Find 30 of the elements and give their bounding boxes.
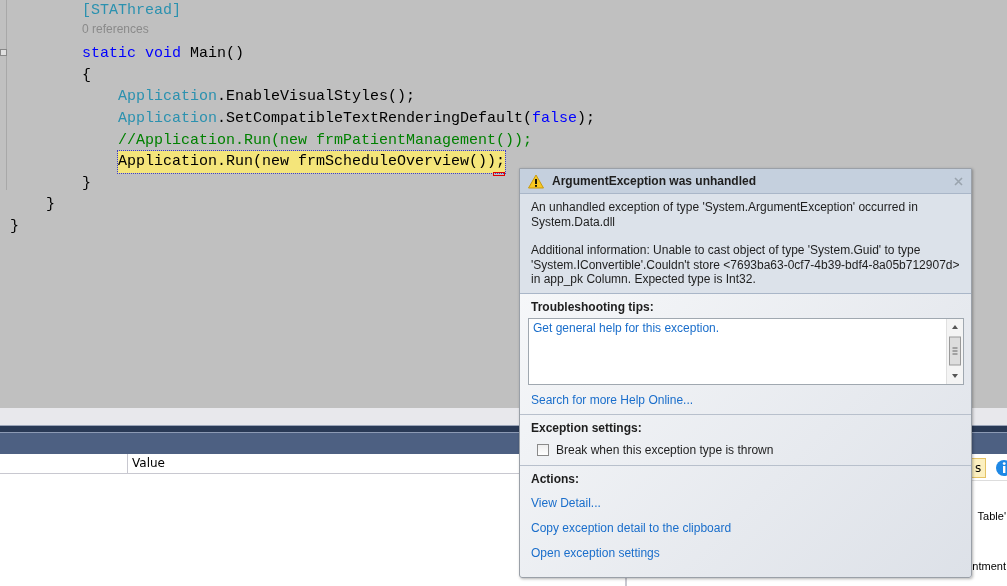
code-line: Application.EnableVisualStyles(); bbox=[118, 87, 416, 108]
error-message: Table' bbox=[977, 510, 1007, 522]
section-heading: Troubleshooting tips: bbox=[531, 299, 654, 314]
error-marker bbox=[493, 171, 506, 176]
code-line: static void Main() bbox=[82, 44, 245, 65]
checkbox-label[interactable]: Break when this exception type is thrown bbox=[556, 442, 774, 457]
warning-icon bbox=[528, 173, 544, 189]
collapse-icon[interactable] bbox=[0, 49, 7, 57]
action-link[interactable]: Copy exception detail to the clipboard bbox=[531, 520, 732, 536]
action-link[interactable]: View Detail... bbox=[531, 495, 601, 511]
code-line: //Application.Run(new frmPatientManagement()); bbox=[118, 130, 533, 151]
section-heading: Exception settings: bbox=[531, 420, 642, 435]
checkbox[interactable] bbox=[537, 443, 549, 456]
error-message: ntment bbox=[972, 560, 1007, 572]
scrollbar[interactable] bbox=[946, 318, 963, 384]
code-line: [STAThread] bbox=[82, 1, 182, 21]
help-online-link[interactable]: Search for more Help Online... bbox=[531, 392, 694, 408]
action-link[interactable]: Open exception settings bbox=[531, 545, 660, 561]
code-line: } bbox=[10, 216, 19, 237]
column-header[interactable]: Value bbox=[128, 454, 165, 473]
error-message: Additional information: Unable to cast object of type 'System.Guid' to type 'System.IConvertible'.Couldn't store <7693ba63-0cf7-4b39-bdf4-8a05b712907d> in app_pk Column. Expected type is Int32. bbox=[531, 243, 960, 287]
error-message: An unhandled exception of type 'System.ArgumentException' occurred in System.Data.dll bbox=[531, 200, 919, 229]
help-link[interactable]: Get general help for this exception. bbox=[533, 320, 942, 336]
section-heading: Actions: bbox=[531, 471, 579, 486]
code-line: } bbox=[46, 195, 55, 216]
code-line: { bbox=[82, 65, 91, 86]
info-icon[interactable] bbox=[994, 459, 1007, 477]
code-line: } bbox=[82, 173, 91, 194]
dialog-title: ArgumentException was unhandled bbox=[552, 174, 758, 188]
code-line: Application.SetCompatibleTextRenderingDefault(false); bbox=[118, 108, 596, 129]
